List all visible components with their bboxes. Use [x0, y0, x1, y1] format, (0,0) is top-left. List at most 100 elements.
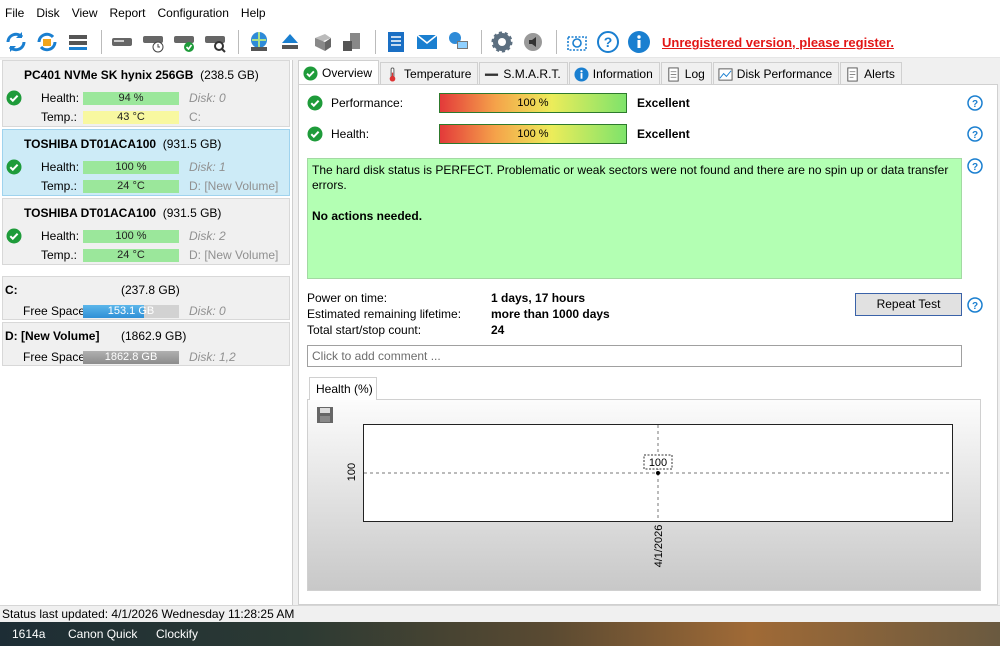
ok-check-icon	[307, 95, 323, 111]
svg-text:?: ?	[604, 34, 613, 50]
disk-title: PC401 NVMe SK hynix 256GB (238.5 GB)	[24, 68, 259, 82]
tab-log[interactable]: Log	[660, 62, 712, 85]
usb-disk-icon[interactable]	[307, 28, 335, 56]
tab-alerts[interactable]: Alerts	[840, 62, 902, 85]
toolbar-separator	[238, 29, 239, 54]
disk-item-selected[interactable]: TOSHIBA DT01ACA100 (931.5 GB) Health: 10…	[2, 129, 290, 196]
drive-letter: C:	[189, 110, 201, 124]
monitor-network-icon[interactable]	[444, 28, 472, 56]
menu-report[interactable]: Report	[106, 6, 154, 20]
temperature-bar: 24 °C	[83, 249, 179, 262]
notes-icon[interactable]	[382, 28, 410, 56]
repeat-test-button[interactable]: Repeat Test	[855, 293, 962, 316]
help-icon[interactable]: ?	[594, 28, 622, 56]
disk-scan-icon[interactable]	[201, 28, 229, 56]
free-space-bar: 1862.8 GB	[83, 351, 179, 364]
tab-label: Information	[592, 67, 653, 81]
disk-list-icon[interactable]	[64, 28, 92, 56]
menu-configuration[interactable]: Configuration	[155, 6, 238, 20]
help-icon[interactable]: ?	[967, 158, 983, 174]
partition-name: C:	[5, 283, 18, 297]
temperature-bar: 24 °C	[83, 180, 179, 193]
camera-icon[interactable]	[563, 28, 591, 56]
temp-label: Temp.:	[41, 179, 78, 193]
drive-letter: D: [New Volume]	[189, 179, 279, 193]
health-value: 100 %	[517, 128, 549, 140]
tab-temperature[interactable]: Temperature	[380, 62, 479, 85]
disk-schedule-icon[interactable]	[139, 28, 167, 56]
disk-number: Disk: 1	[189, 160, 226, 174]
smart-dash-icon	[485, 73, 499, 76]
info-icon	[574, 66, 589, 82]
partition-disk: Disk: 0	[189, 304, 226, 318]
startstop-label: Total start/stop count:	[307, 323, 422, 337]
document-icon	[668, 66, 679, 82]
svg-text:?: ?	[972, 99, 978, 110]
tab-label: Log	[684, 67, 705, 81]
temp-label: Temp.:	[41, 110, 78, 124]
comment-input[interactable]: Click to add comment ...	[307, 345, 962, 367]
tab-disk-performance[interactable]: Disk Performance	[712, 62, 840, 85]
performance-chart-icon	[718, 67, 733, 81]
register-link[interactable]: Unregistered version, please register.	[662, 35, 894, 50]
help-icon[interactable]: ?	[967, 126, 983, 142]
taskbar-item[interactable]: 1614a	[12, 627, 45, 641]
refresh-icon[interactable]	[2, 28, 30, 56]
menu-view[interactable]: View	[69, 6, 107, 20]
free-space-label: Free Space	[23, 350, 86, 364]
tab-bar: Overview Temperature S.M.A.R.T. Informat…	[298, 60, 903, 85]
disk-item[interactable]: PC401 NVMe SK hynix 256GB (238.5 GB) Hea…	[2, 60, 290, 127]
toolbar: ? Unregistered version, please register.	[0, 26, 1000, 58]
info-icon[interactable]	[625, 28, 653, 56]
power-on-label: Power on time:	[307, 291, 388, 305]
health-label: Health:	[41, 229, 80, 243]
save-icon[interactable]	[316, 406, 334, 424]
status-bar: Status last updated: 4/1/2026 Wednesday …	[0, 605, 1000, 622]
tab-smart[interactable]: S.M.A.R.T.	[479, 62, 568, 85]
menu-file[interactable]: File	[2, 6, 33, 20]
sound-icon[interactable]	[519, 28, 547, 56]
health-chart: 100 100 4/1/2026	[307, 399, 981, 591]
toolbar-separator	[481, 29, 482, 54]
x-tick-label: 4/1/2026	[653, 525, 665, 568]
disk-info-icon[interactable]	[108, 28, 136, 56]
disk-item[interactable]: TOSHIBA DT01ACA100 (931.5 GB) Health: 10…	[2, 198, 290, 265]
partition-name: D: [New Volume]	[5, 329, 100, 343]
taskbar-item[interactable]: Canon Quick	[68, 627, 137, 641]
health-label: Health:	[331, 127, 370, 141]
tab-label: Overview	[322, 66, 373, 80]
taskbar: 1614a Canon Quick Clockify	[0, 622, 1000, 646]
chart-tab-health[interactable]: Health (%)	[309, 377, 377, 400]
help-icon[interactable]: ?	[967, 95, 983, 111]
tab-information[interactable]: Information	[568, 62, 660, 85]
lifetime-label: Estimated remaining lifetime:	[307, 307, 462, 321]
startstop-value: 24	[491, 323, 505, 337]
alerts-doc-icon	[847, 66, 858, 82]
partition-item[interactable]: D: [New Volume] (1862.9 GB) Free Space 1…	[2, 322, 290, 366]
refresh-all-icon[interactable]	[33, 28, 61, 56]
menu-help[interactable]: Help	[238, 6, 275, 20]
ok-check-icon	[6, 90, 22, 106]
eject-icon[interactable]	[276, 28, 304, 56]
external-disk-icon[interactable]	[338, 28, 366, 56]
help-icon[interactable]: ?	[967, 297, 983, 313]
performance-meter: 100 %	[439, 93, 627, 113]
disk-number: Disk: 0	[189, 91, 226, 105]
partition-size: (1862.9 GB)	[121, 329, 187, 343]
disk-list-panel: PC401 NVMe SK hynix 256GB (238.5 GB) Hea…	[0, 60, 293, 605]
mail-icon[interactable]	[413, 28, 441, 56]
taskbar-item[interactable]: Clockify	[156, 627, 198, 641]
chart-svg: 100	[364, 425, 952, 521]
tab-overview[interactable]: Overview	[298, 60, 380, 85]
partition-item[interactable]: C: (237.8 GB) Free Space 153.1 GB Disk: …	[2, 276, 290, 320]
network-disk-icon[interactable]	[245, 28, 273, 56]
ok-check-icon	[6, 159, 22, 175]
menu-disk[interactable]: Disk	[33, 6, 68, 20]
disk-check-icon[interactable]	[170, 28, 198, 56]
partition-disk: Disk: 1,2	[189, 350, 236, 364]
toolbar-separator	[375, 29, 376, 54]
gear-icon[interactable]	[488, 28, 516, 56]
menu-bar: File Disk View Report Configuration Help	[0, 0, 1000, 26]
chart-plot-area: 100	[363, 424, 953, 522]
toolbar-separator	[101, 29, 102, 54]
